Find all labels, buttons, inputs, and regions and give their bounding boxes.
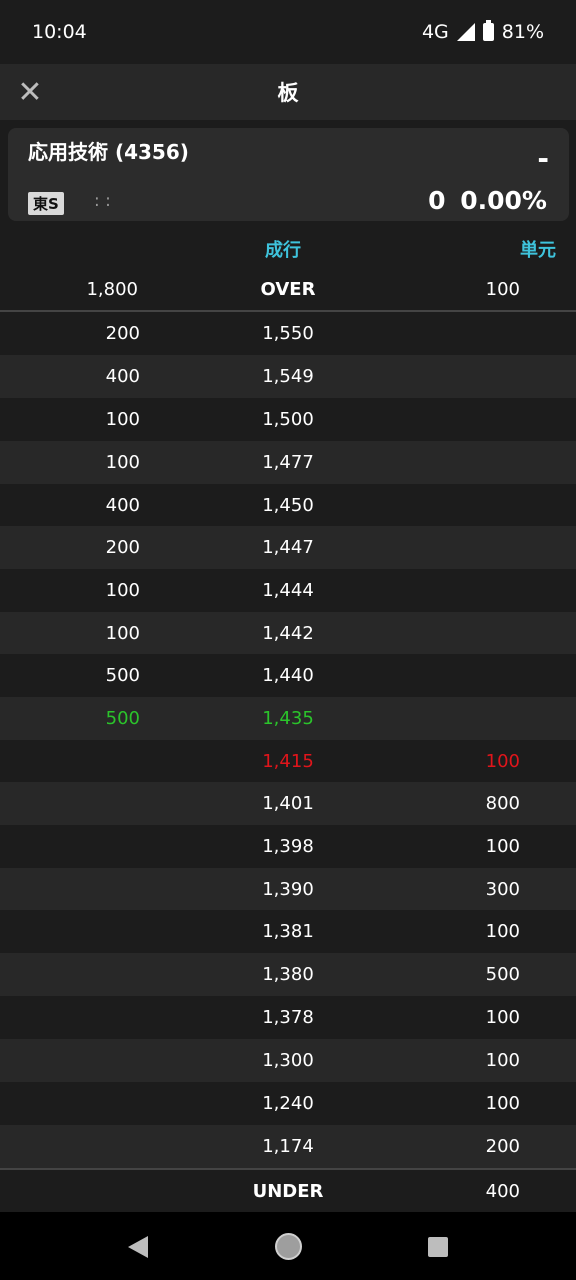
bid-quantity: 100 <box>485 1007 520 1028</box>
bid-quantity: 500 <box>485 964 520 985</box>
bid-row[interactable]: 1,380 500 <box>0 953 576 996</box>
order-book-header: 成行 単元 <box>0 224 576 268</box>
system-nav-bar <box>0 1212 576 1280</box>
ask-price: 1,477 <box>262 452 314 473</box>
bid-quantity: 100 <box>485 836 520 857</box>
close-icon[interactable]: ✕ <box>14 75 46 110</box>
ask-price: 1,500 <box>262 409 314 430</box>
status-time: 10:04 <box>32 21 87 43</box>
home-icon[interactable] <box>275 1233 302 1260</box>
battery-icon <box>482 20 494 41</box>
column-unit: 単元 <box>520 240 556 261</box>
market-badge: 東S <box>28 192 64 215</box>
ask-row[interactable]: 100 1,444 <box>0 569 576 612</box>
ask-price: 1,447 <box>262 537 314 558</box>
bid-row[interactable]: 1,174 200 <box>0 1125 576 1168</box>
best-bid-quantity: 100 <box>485 751 520 772</box>
best-ask-price: 1,435 <box>262 708 314 729</box>
ask-price: 1,450 <box>262 495 314 516</box>
ask-row[interactable]: 100 1,442 <box>0 612 576 655</box>
ask-price: 1,550 <box>262 323 314 344</box>
stock-price: - <box>537 142 549 175</box>
ask-row[interactable]: 400 1,450 <box>0 484 576 527</box>
ask-price: 1,442 <box>262 623 314 644</box>
page-title: 板 <box>277 81 299 105</box>
status-indicators: 4G 81% <box>421 20 544 43</box>
bid-quantity: 300 <box>485 879 520 900</box>
bid-row[interactable]: 1,390 300 <box>0 868 576 911</box>
bid-row[interactable]: 1,378 100 <box>0 996 576 1039</box>
app-bar: ✕ 板 <box>0 64 576 120</box>
bid-row[interactable]: 1,381 100 <box>0 910 576 953</box>
battery-percent: 81% <box>501 21 544 43</box>
price-change: 0 0.00% <box>428 186 547 215</box>
recent-apps-icon[interactable] <box>428 1237 448 1257</box>
bid-quantity: 100 <box>485 921 520 942</box>
ask-price: 1,444 <box>262 580 314 601</box>
ask-row[interactable]: 200 1,447 <box>0 526 576 569</box>
under-unit: 400 <box>485 1181 520 1202</box>
ask-row[interactable]: 200 1,550 <box>0 312 576 355</box>
ask-row[interactable]: 400 1,549 <box>0 355 576 398</box>
status-bar: 10:04 4G 81% <box>0 0 576 64</box>
best-ask-row[interactable]: 500 1,435 <box>0 697 576 740</box>
network-type: 4G <box>421 21 449 43</box>
over-unit: 100 <box>485 279 520 300</box>
bid-row[interactable]: 1,240 100 <box>0 1082 576 1125</box>
best-bid-row[interactable]: 1,415 100 <box>0 740 576 783</box>
over-row: 1,800 OVER 100 <box>0 268 576 312</box>
bid-quantity: 200 <box>485 1136 520 1157</box>
back-icon[interactable] <box>128 1236 148 1258</box>
column-market-order: 成行 <box>265 240 301 261</box>
stock-name: 応用技術 (4356) <box>28 140 189 164</box>
bid-quantity: 100 <box>485 1050 520 1071</box>
ask-row[interactable]: 100 1,477 <box>0 441 576 484</box>
signal-icon <box>456 23 475 41</box>
quote-time: : : <box>94 191 111 211</box>
ask-price: 1,440 <box>262 665 314 686</box>
bid-row[interactable]: 1,398 100 <box>0 825 576 868</box>
ask-price: 1,549 <box>262 366 314 387</box>
bid-quantity: 800 <box>485 793 520 814</box>
bid-row[interactable]: 1,401 800 <box>0 782 576 825</box>
ask-row[interactable]: 500 1,440 <box>0 654 576 697</box>
bid-quantity: 100 <box>485 1093 520 1114</box>
bid-row[interactable]: 1,300 100 <box>0 1039 576 1082</box>
ask-row[interactable]: 100 1,500 <box>0 398 576 441</box>
under-row: UNDER 400 <box>0 1168 576 1212</box>
stock-summary-card: 応用技術 (4356) - 東S : : 0 0.00% <box>8 128 569 221</box>
